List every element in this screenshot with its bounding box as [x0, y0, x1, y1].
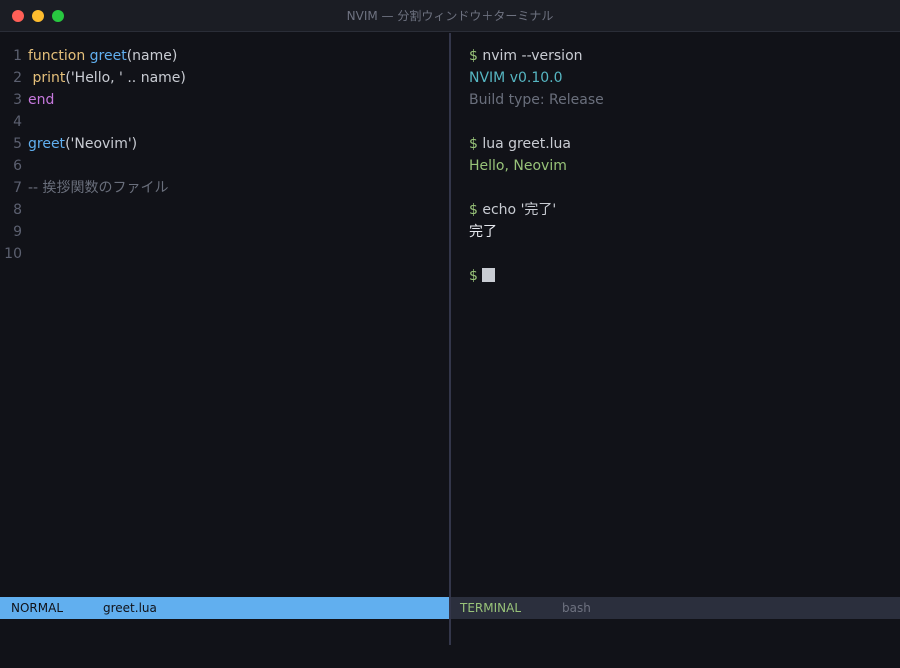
code-line-8[interactable]: 8: [0, 199, 186, 221]
terminal-output-line: NVIM v0.10.0: [469, 70, 563, 86]
file-name: greet.lua: [103, 601, 157, 615]
terminal-input-line[interactable]: $: [469, 265, 604, 287]
terminal-command: lua greet.lua: [482, 136, 572, 152]
code-line-1[interactable]: 1 function greet(name): [0, 45, 186, 67]
code-text: ('Neovim'): [65, 136, 138, 152]
shell-prompt: $: [469, 48, 478, 64]
code-line-2[interactable]: 2 print('Hello, ' .. name): [0, 67, 186, 89]
code-line-7[interactable]: 7 -- 挨拶関数のファイル: [0, 177, 186, 199]
editor-pane[interactable]: 1 function greet(name) 2 print('Hello, ' …: [0, 33, 449, 596]
terminal-command: nvim --version: [482, 48, 583, 64]
mode-indicator: TERMINAL: [460, 601, 522, 615]
terminal-command-line: $ echo '完了': [469, 199, 604, 221]
code-text: ('Hello, ' .. name): [65, 70, 186, 86]
line-number: 4: [13, 114, 22, 130]
line-number: 9: [13, 224, 22, 240]
code-line-5[interactable]: 5 greet('Neovim'): [0, 133, 186, 155]
terminal-command-line: $ nvim --version: [469, 45, 604, 67]
line-number: 3: [13, 92, 22, 108]
line-number: 1: [13, 48, 22, 64]
keyword: end: [28, 92, 55, 108]
shell-prompt: $: [469, 136, 478, 152]
code-line-6[interactable]: 6: [0, 155, 186, 177]
code-text: (name): [126, 48, 178, 64]
terminal-command-line: $ lua greet.lua: [469, 133, 604, 155]
line-number: 6: [13, 158, 22, 174]
terminal-output-line: Build type: Release: [469, 92, 604, 108]
terminal-pane[interactable]: $ nvim --version NVIM v0.10.0 Build type…: [451, 33, 900, 596]
line-number: 5: [13, 136, 22, 152]
line-number: 8: [13, 202, 22, 218]
window-title: NVIM — 分割ウィンドウ＋ターミナル: [346, 9, 554, 23]
code-area[interactable]: 1 function greet(name) 2 print('Hello, ' …: [0, 45, 186, 265]
line-number: 2: [13, 70, 22, 86]
line-number: 7: [13, 180, 22, 196]
editor-statusline: NORMAL greet.lua: [0, 597, 449, 619]
terminal-output[interactable]: $ nvim --version NVIM v0.10.0 Build type…: [469, 45, 604, 287]
terminal-statusline: TERMINAL bash: [451, 597, 900, 619]
terminal-output-line: Hello, Neovim: [469, 158, 567, 174]
code-line-4[interactable]: 4: [0, 111, 186, 133]
terminal-command: echo '完了': [482, 202, 557, 218]
code-line-9[interactable]: 9: [0, 221, 186, 243]
line-number: 10: [4, 246, 22, 262]
title-bar: NVIM — 分割ウィンドウ＋ターミナル: [0, 0, 900, 32]
function-name: greet: [28, 136, 66, 152]
code-comment: -- 挨拶関数のファイル: [28, 180, 169, 196]
mode-indicator: NORMAL: [11, 601, 64, 615]
keyword: function: [28, 48, 86, 64]
code-line-10[interactable]: 10: [0, 243, 186, 265]
terminal-name: bash: [562, 601, 591, 615]
terminal-cursor: [481, 268, 495, 282]
shell-prompt: $: [469, 268, 478, 284]
function-call: print: [32, 70, 66, 86]
terminal-output-line: 完了: [469, 224, 497, 240]
code-line-3[interactable]: 3 end: [0, 89, 186, 111]
function-name: greet: [89, 48, 127, 64]
shell-prompt: $: [469, 202, 478, 218]
